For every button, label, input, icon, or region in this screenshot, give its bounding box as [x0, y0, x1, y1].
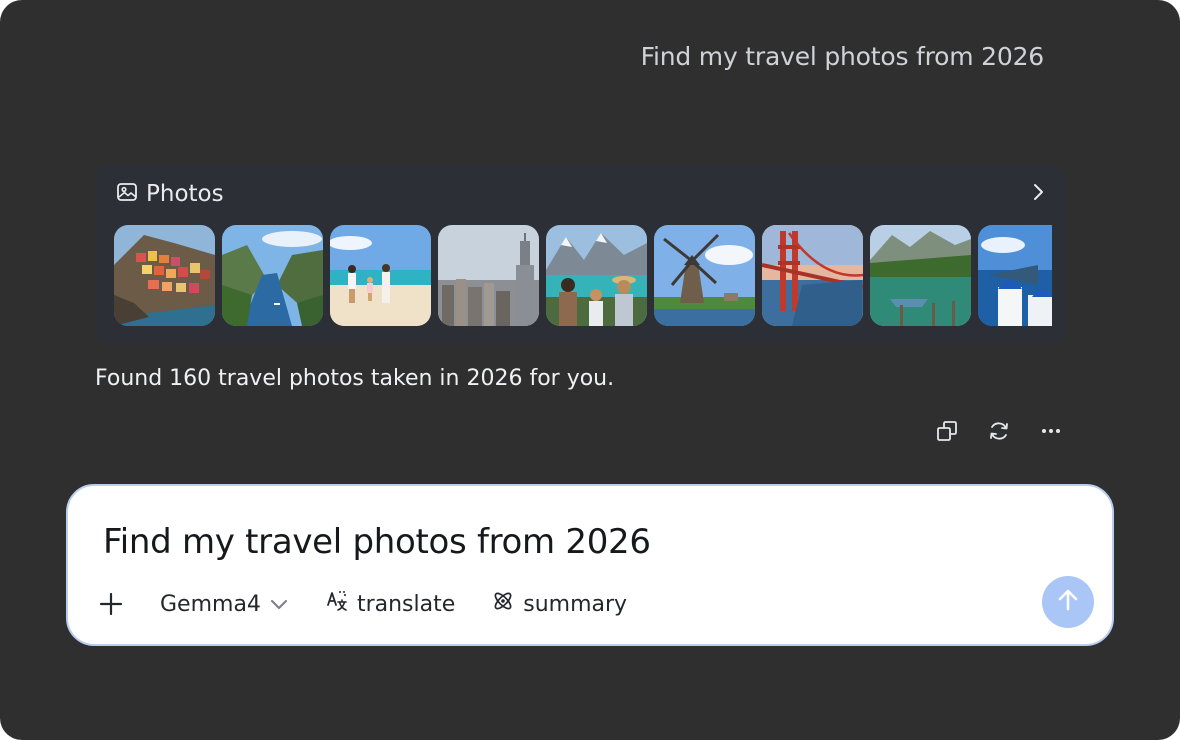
photo-thumbnail-red-suspension-bridge[interactable]	[762, 225, 863, 326]
photo-thumbnail-cliffside-village[interactable]	[114, 225, 215, 326]
photo-thumbnail-strip	[114, 225, 1052, 327]
photo-thumbnail-fjord-valley[interactable]	[222, 225, 323, 326]
send-button[interactable]	[1042, 576, 1094, 628]
photo-thumbnail-windmill[interactable]	[654, 225, 755, 326]
chevron-right-icon[interactable]	[1030, 182, 1046, 206]
arrow-up-icon	[1055, 587, 1081, 617]
plus-icon[interactable]	[98, 591, 124, 617]
summary-label: summary	[523, 591, 628, 617]
composer-toolbar: Gemma4 translate summary	[98, 586, 627, 622]
composer-input[interactable]: Find my travel photos from 2026 Gemma4 t…	[66, 484, 1114, 646]
translate-button[interactable]: translate	[325, 589, 455, 619]
photos-card-title: Photos	[146, 181, 224, 207]
chat-window: Find my travel photos from 2026 Photos F…	[0, 0, 1180, 740]
photo-thumbnail-city-skyline[interactable]	[438, 225, 539, 326]
atom-icon	[491, 589, 515, 619]
message-actions	[934, 418, 1064, 444]
model-label: Gemma4	[160, 591, 261, 617]
regenerate-icon[interactable]	[986, 418, 1012, 444]
copy-icon[interactable]	[934, 418, 960, 444]
photo-thumbnail-lake-mountains-family[interactable]	[546, 225, 647, 326]
translate-icon	[325, 589, 349, 619]
photos-card-header: Photos	[116, 180, 224, 208]
photos-card[interactable]: Photos	[96, 164, 1066, 344]
photo-thumbnail-family-beach[interactable]	[330, 225, 431, 326]
more-icon[interactable]	[1038, 418, 1064, 444]
photo-thumbnail-blue-dome-coast[interactable]	[978, 225, 1052, 326]
composer-text[interactable]: Find my travel photos from 2026	[103, 522, 651, 562]
model-selector[interactable]: Gemma4	[160, 592, 289, 617]
user-message: Find my travel photos from 2026	[640, 42, 1045, 71]
summary-button[interactable]: summary	[491, 589, 627, 619]
photo-thumbnail-boat-on-lake[interactable]	[870, 225, 971, 326]
image-icon	[116, 181, 138, 207]
chevron-down-icon	[269, 592, 289, 617]
translate-label: translate	[356, 591, 456, 617]
assistant-message: Found 160 travel photos taken in 2026 fo…	[95, 366, 615, 391]
